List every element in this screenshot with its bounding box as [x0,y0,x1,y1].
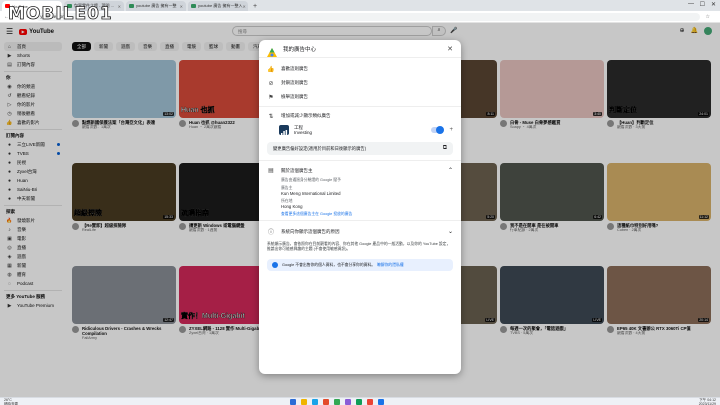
dialog-header: 我的廣告中心 ✕ [259,40,461,58]
taskbar-app-icon[interactable] [290,399,296,405]
divider [259,160,461,161]
ad-action-icon: 👍 [267,66,275,73]
advertiser-toggle[interactable] [431,126,445,134]
thumb-updown-icon: ⇅ [268,113,274,120]
tab-label: youtube 廣告 擁有一整 [136,3,177,8]
chevron-down-icon: ⌄ [447,229,453,235]
detail-value: Kun Meng International Limited [281,191,341,196]
taskbar-app-icon[interactable] [367,399,373,405]
open-external-icon: ⧉ [442,145,447,151]
tab-close-icon[interactable]: ✕ [242,4,245,9]
taskbar-app-icon[interactable] [345,399,351,405]
ad-action-row[interactable]: ⊘ 封鎖這則廣告 [259,76,461,90]
url-field[interactable]: youtube.com [36,12,700,21]
advertiser-details: 廣告由通過身分驗證的 Google 賦予 廣告主 Kun Meng Interna… [259,178,461,209]
taskbar-app-icon[interactable] [312,399,318,405]
google-shield-icon [272,262,278,268]
add-icon[interactable]: + [449,127,453,133]
ad-action-icon: ⊘ [268,80,274,87]
ad-action-row[interactable]: ⚑ 檢舉這則廣告 [259,90,461,104]
minimize-icon[interactable]: — [688,1,694,7]
advertiser-details-title: 關於這個廣告主 [281,167,313,173]
why-this-ad-header[interactable]: ⓘ 系統向你顯示這個廣告的原因 ⌄ [259,223,461,240]
taskbar-app-icon[interactable] [334,399,340,405]
taskbar-app-icon[interactable] [356,399,362,405]
screen: YouTube ✕ 包裹零件之館 - 蕭明 ... ✕ youtube 廣告 擁有一整 ✕… [0,0,720,405]
ad-preferences-label: 變更廣告偏好設定(適用於目前和日後顯示的廣告) [273,145,367,151]
windows-taskbar: 26°C 晴時多雲 下午 04:12 2023/11/29 [0,397,720,405]
privacy-notice-text: Google 不會出售你的個人資料，也不會分享你的資料。 [282,262,376,267]
ad-action-label: 檢舉這則廣告 [281,94,308,99]
browser-tab[interactable]: youtube 廣告 擁有一整入 ✕ [188,1,248,11]
advertiser-line2: Investing [294,130,313,135]
tab-close-icon[interactable]: ✕ [180,4,183,9]
tab-label: youtube 廣告 擁有一整入 [198,3,243,8]
dialog-title: 我的廣告中心 [283,46,317,53]
taskbar-app-icon[interactable] [301,399,307,405]
close-window-icon[interactable]: ✕ [711,1,716,8]
clock[interactable]: 下午 04:12 2023/11/29 [699,398,716,405]
tab-favicon-icon [191,4,196,8]
advertiser-section-label: 增加或減少顯示類似廣告 [281,113,331,118]
privacy-notice: Google 不會出售你的個人資料，也不會分享你的資料。 瞭解你的隱私權 [267,259,453,271]
weather-widget[interactable]: 26°C 晴時多雲 [4,398,18,405]
taskbar-apps [290,399,384,405]
divider [259,220,461,221]
ad-preferences-tile[interactable]: 變更廣告偏好設定(適用於目前和日後顯示的廣告) ⧉ [267,142,453,155]
advertiser-section-row: ⇅ 增加或減少顯示類似廣告 [259,109,461,123]
why-this-ad-title: 系統向你顯示這個廣告的原因 [281,228,340,234]
close-icon[interactable]: ✕ [447,45,453,53]
new-tab-button[interactable]: + [253,2,257,11]
taskbar-app-icon[interactable] [378,399,384,405]
maximize-icon[interactable]: ☐ [700,1,705,8]
chevron-up-icon: ⌃ [447,168,453,174]
details-description: 廣告由通過身分驗證的 Google 賦予 [281,178,341,182]
ad-action-label: 封鎖這則廣告 [281,80,308,85]
ads-center-logo-icon [267,44,277,57]
tab-favicon-icon [129,4,134,8]
divider [259,106,461,107]
more-ads-link[interactable]: 查看更多這個廣告主在 Google 投放的廣告 [281,212,453,217]
ad-action-icon: ⚑ [268,94,274,101]
browser-tab[interactable]: youtube 廣告 擁有一整 ✕ [126,1,186,11]
ad-center-dialog: 我的廣告中心 ✕ 👍 喜歡這則廣告 ⊘ 封鎖這則廣告 ⚑ 檢舉這則廣告 ⇅ 增加或減少顯示… [259,40,461,374]
ad-action-row[interactable]: 👍 喜歡這則廣告 [259,62,461,76]
advertiser-logo-icon [279,125,289,136]
privacy-link[interactable]: 瞭解你的隱私權 [377,263,404,268]
advertiser-details-header[interactable]: ▤ 關於這個廣告主 ⌃ [259,163,461,178]
why-this-ad-text: 系統顯示廣告，會依照你在目前觀看的內容、你在其他 Google 產品中的一般活動… [267,242,451,251]
star-icon[interactable]: ☆ [706,14,710,20]
ad-action-label: 喜歡這則廣告 [281,66,308,71]
info-icon: ⓘ [267,230,274,236]
mobile01-watermark: MOBILE01 [8,4,113,25]
tab-close-icon[interactable]: ✕ [118,4,121,9]
taskbar-app-icon[interactable] [323,399,329,405]
advertiser-row: 工程 Investing + [259,123,461,137]
detail-value: Hong Kong [281,204,303,209]
document-icon: ▤ [268,168,274,174]
